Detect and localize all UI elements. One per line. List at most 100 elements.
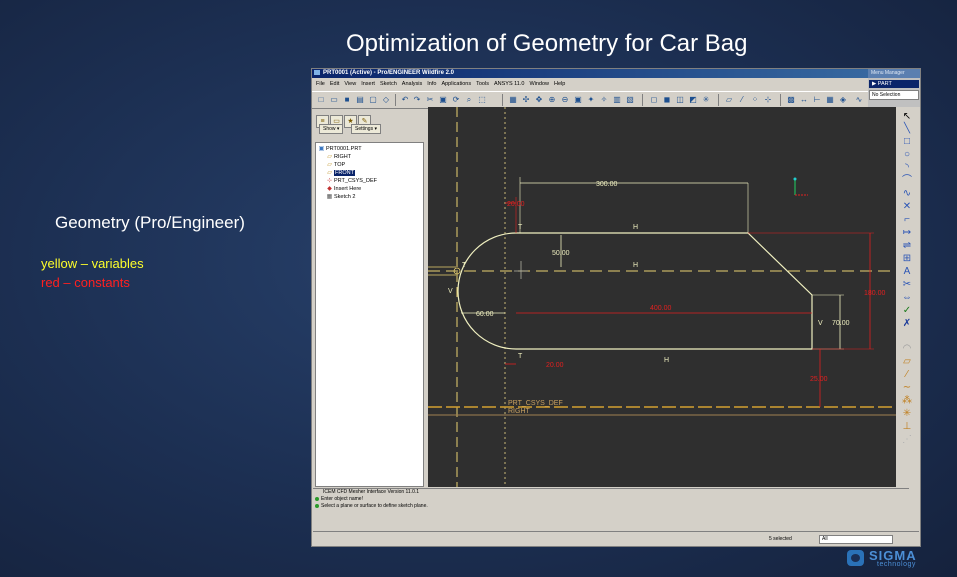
dim-ground-gap[interactable]: 25.00 bbox=[810, 376, 828, 383]
cut-icon[interactable]: ✂ bbox=[425, 95, 435, 105]
tree-item-top[interactable]: ▱ TOP bbox=[326, 162, 345, 169]
text-tool-icon[interactable]: A bbox=[900, 266, 914, 278]
accept-checkmark-icon[interactable]: ✓ bbox=[900, 305, 914, 317]
selection-filter[interactable]: All bbox=[819, 535, 893, 544]
vertex-toggle-icon[interactable]: ◈ bbox=[838, 95, 848, 105]
dim-front-offset[interactable]: 20.00 bbox=[507, 201, 525, 208]
tree-item-front[interactable]: ▱ FRONT bbox=[326, 170, 355, 177]
paste-icon[interactable]: ▣ bbox=[438, 95, 448, 105]
datum-point-tool-icon[interactable]: ⁂ bbox=[900, 395, 914, 407]
analysis-icon[interactable]: ∿ bbox=[854, 95, 864, 105]
trim-tool-icon[interactable]: ✂ bbox=[900, 279, 914, 291]
arc-tool-icon[interactable]: ◝ bbox=[900, 162, 914, 174]
datum-axes-icon[interactable]: ⁄ bbox=[737, 95, 747, 105]
dim-total-height[interactable]: 180.00 bbox=[864, 290, 886, 297]
dimension-toggle-icon[interactable]: ↔ bbox=[799, 95, 809, 105]
select-box-icon[interactable]: ⬚ bbox=[477, 95, 487, 105]
selection-dropdown[interactable]: No Selection bbox=[869, 90, 919, 100]
dim-radius[interactable]: 60.00 bbox=[476, 311, 494, 318]
datum-axis-tool-icon[interactable]: ⁄ bbox=[900, 369, 914, 381]
use-edge-icon[interactable]: ⌐ bbox=[900, 214, 914, 226]
menu-analysis[interactable]: Analysis bbox=[402, 81, 422, 87]
orient-icon[interactable]: ✥ bbox=[534, 95, 544, 105]
tree-item-sketch[interactable]: ▦ Sketch 2 bbox=[326, 194, 356, 201]
select-arrow-icon[interactable]: ↖ bbox=[900, 111, 914, 123]
refit-icon[interactable]: ▣ bbox=[573, 95, 583, 105]
no-hidden-icon[interactable]: ◫ bbox=[675, 95, 685, 105]
settings-button[interactable]: Settings ▾ bbox=[351, 124, 381, 134]
datum-curve-tool-icon[interactable]: ∼ bbox=[900, 382, 914, 394]
shading-icon[interactable]: ◩ bbox=[688, 95, 698, 105]
dim-rear-height[interactable]: 70.00 bbox=[832, 320, 850, 327]
constraint-vertical: V bbox=[448, 288, 453, 295]
selection-count: 5 selected bbox=[769, 536, 792, 542]
redo-icon[interactable]: ↷ bbox=[412, 95, 422, 105]
spin-center-icon[interactable]: ✣ bbox=[521, 95, 531, 105]
datum-label-csys: PRT_CSYS_DEF bbox=[508, 400, 563, 407]
menu-tools[interactable]: Tools bbox=[476, 81, 489, 87]
menu-info[interactable]: Info bbox=[427, 81, 436, 87]
menu-view[interactable]: View bbox=[344, 81, 356, 87]
rectangle-tool-icon[interactable]: □ bbox=[900, 136, 914, 148]
line-tool-icon[interactable]: ╲ bbox=[900, 123, 914, 135]
grid-toggle-icon[interactable]: ▦ bbox=[825, 95, 835, 105]
menu-manager-part[interactable]: ▶ PART bbox=[869, 80, 919, 88]
menu-sketch[interactable]: Sketch bbox=[380, 81, 397, 87]
menu-help[interactable]: Help bbox=[554, 81, 565, 87]
modify-tool-icon[interactable]: ⇌ bbox=[900, 240, 914, 252]
fillet-tool-icon[interactable]: ⌒ bbox=[900, 175, 914, 187]
coord-systems-icon[interactable]: ⊹ bbox=[763, 95, 773, 105]
save-icon[interactable]: ■ bbox=[342, 95, 352, 105]
dim-bottom-offset[interactable]: 20.00 bbox=[546, 362, 564, 369]
layers-icon[interactable]: ▥ bbox=[612, 95, 622, 105]
datum-planes-icon[interactable]: ▱ bbox=[724, 95, 734, 105]
datum-display-icon[interactable]: ✳ bbox=[701, 95, 711, 105]
sketch-canvas[interactable]: 300.00 50.00 60.00 70.00 20.00 400.00 18… bbox=[428, 107, 896, 487]
show-button[interactable]: Show ▾ bbox=[319, 124, 344, 134]
tree-item-right[interactable]: ▱ RIGHT bbox=[326, 154, 351, 161]
dim-height-front[interactable]: 50.00 bbox=[552, 250, 570, 257]
print-icon[interactable]: ▤ bbox=[355, 95, 365, 105]
dimension-tool-icon[interactable]: ↦ bbox=[900, 227, 914, 239]
datum-plane-tool-icon[interactable]: ▱ bbox=[900, 356, 914, 368]
menu-file[interactable]: File bbox=[316, 81, 325, 87]
email-icon[interactable]: ▢ bbox=[368, 95, 378, 105]
reorient-icon[interactable]: ✦ bbox=[586, 95, 596, 105]
saved-views-icon[interactable]: ✧ bbox=[599, 95, 609, 105]
copy-icon[interactable]: ◇ bbox=[381, 95, 391, 105]
menu-window[interactable]: Window bbox=[529, 81, 549, 87]
constraint-tool-icon[interactable]: ⊞ bbox=[900, 253, 914, 265]
menu-applications[interactable]: Applications bbox=[441, 81, 471, 87]
spline-tool-icon[interactable]: ∿ bbox=[900, 188, 914, 200]
graphics-window[interactable]: 300.00 50.00 60.00 70.00 20.00 400.00 18… bbox=[428, 107, 896, 487]
wireframe-icon[interactable]: ◻ bbox=[649, 95, 659, 105]
menu-edit[interactable]: Edit bbox=[330, 81, 339, 87]
tree-item-part[interactable]: ▣ PRT0001.PRT bbox=[318, 146, 362, 153]
dim-length-top[interactable]: 300.00 bbox=[596, 181, 618, 188]
menu-insert[interactable]: Insert bbox=[361, 81, 375, 87]
zoom-in-icon[interactable]: ⊕ bbox=[547, 95, 557, 105]
mirror-tool-icon[interactable]: ⇔ bbox=[900, 292, 914, 304]
coordinate-system-tool-icon[interactable]: ✳ bbox=[900, 408, 914, 420]
undo-icon[interactable]: ↶ bbox=[400, 95, 410, 105]
repaint-icon[interactable]: ▦ bbox=[508, 95, 518, 105]
datum-points-icon[interactable]: ⁘ bbox=[750, 95, 760, 105]
tree-item-insert-here[interactable]: ◆ Insert Here bbox=[326, 186, 361, 193]
point-tool-icon[interactable]: ✕ bbox=[900, 201, 914, 213]
menu-ansys[interactable]: ANSYS 11.0 bbox=[494, 81, 524, 87]
new-file-icon[interactable]: □ bbox=[316, 95, 326, 105]
dim-total-length[interactable]: 400.00 bbox=[650, 305, 672, 312]
open-file-icon[interactable]: ▭ bbox=[329, 95, 339, 105]
view-manager-icon[interactable]: ▧ bbox=[625, 95, 635, 105]
constraint-horizontal: H bbox=[633, 262, 638, 269]
tree-item-csys[interactable]: ⊹ PRT_CSYS_DEF bbox=[326, 178, 377, 185]
analysis-tool-icon[interactable]: ⊥ bbox=[900, 421, 914, 433]
regenerate-icon[interactable]: ⟳ bbox=[451, 95, 461, 105]
sketch-tool-icon[interactable]: ▩ bbox=[786, 95, 796, 105]
circle-tool-icon[interactable]: ○ bbox=[900, 149, 914, 161]
constraint-toggle-icon[interactable]: ⊢ bbox=[812, 95, 822, 105]
hidden-line-icon[interactable]: ◼ bbox=[662, 95, 672, 105]
zoom-out-icon[interactable]: ⊖ bbox=[560, 95, 570, 105]
cancel-x-icon[interactable]: ✗ bbox=[900, 318, 914, 330]
find-icon[interactable]: ⌕ bbox=[464, 95, 474, 105]
